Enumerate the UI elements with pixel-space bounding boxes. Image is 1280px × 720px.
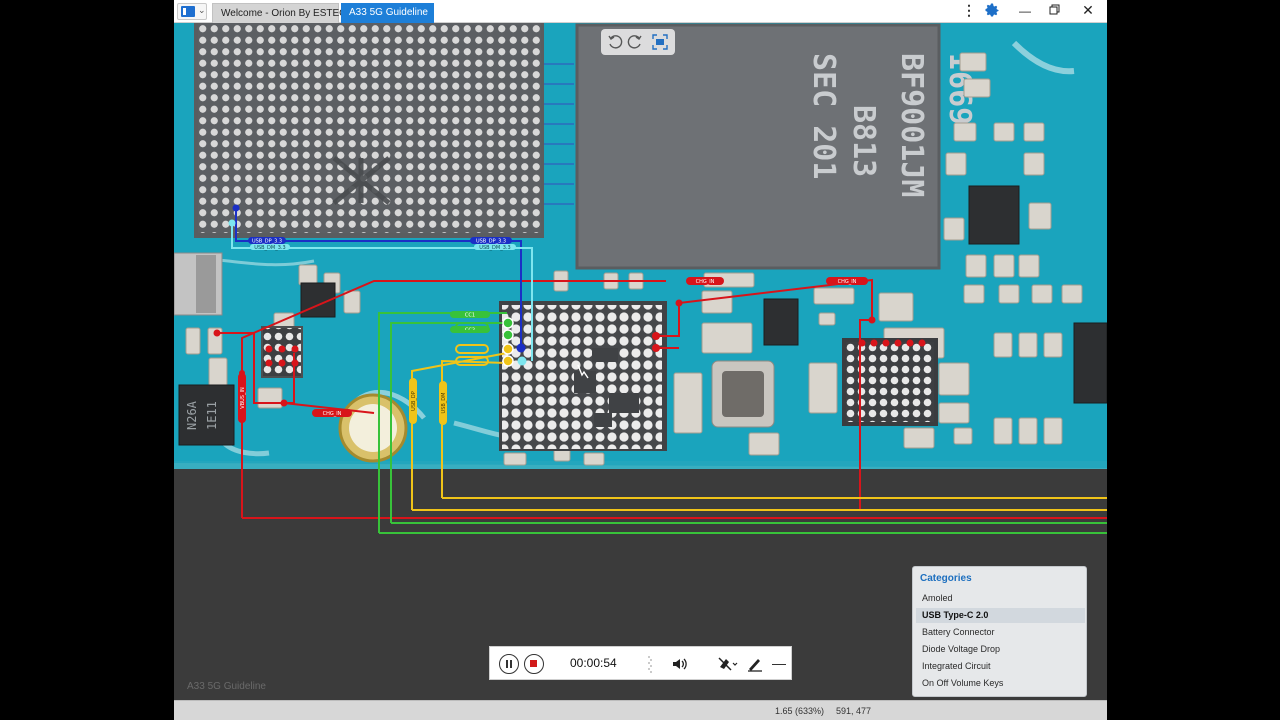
gear-icon[interactable]: [982, 2, 1002, 20]
tab-a33-guideline[interactable]: A33 5G Guideline: [341, 3, 434, 23]
category-item-usb-type-c[interactable]: USB Type-C 2.0: [916, 608, 1085, 623]
drag-grip-icon[interactable]: [648, 655, 652, 673]
app-window: ⌄ Welcome - Orion By ESTECH A33 5G Guide…: [174, 0, 1107, 720]
status-bar: 1.65 (633%) 591, 477: [174, 700, 1107, 720]
memory-chip-sec[interactable]: [577, 25, 939, 268]
ic-marking: N26A: [185, 400, 199, 430]
app-logo-icon: [181, 6, 195, 17]
close-button[interactable]: ✕: [1081, 2, 1095, 20]
tab-welcome[interactable]: Welcome - Orion By ESTECH: [212, 3, 354, 23]
pen-annotate-icon[interactable]: [746, 655, 764, 673]
svg-text:USB_DP: USB_DP: [411, 391, 417, 411]
svg-text:USB_DM_3.3: USB_DM_3.3: [254, 245, 285, 251]
categories-title: Categories: [920, 573, 972, 584]
net-label-usb-dp-yellow[interactable]: USB_DP: [409, 378, 417, 424]
restore-button[interactable]: [1048, 2, 1062, 20]
net-label-vbus[interactable]: VBUS_IN: [238, 373, 246, 423]
svg-text:USB_DP_3.3: USB_DP_3.3: [476, 239, 506, 245]
screen-recorder-bar: 00:00:54 —: [489, 646, 792, 680]
minimize-button[interactable]: —: [1018, 2, 1032, 20]
category-item-amoled[interactable]: Amoled: [916, 591, 1085, 606]
rotate-left-icon[interactable]: [606, 33, 624, 51]
net-label-usb-dm[interactable]: USB_DM_3.3: [474, 244, 516, 251]
svg-text:USB_DM_3.3: USB_DM_3.3: [479, 245, 510, 251]
chip-marking: SEC 201: [806, 53, 841, 179]
svg-text:USB_DM: USB_DM: [441, 393, 447, 414]
svg-text:USB_DP_3.3: USB_DP_3.3: [252, 239, 282, 245]
chevron-down-icon: ⌄: [198, 5, 206, 15]
category-item-battery-connector[interactable]: Battery Connector: [916, 625, 1085, 640]
categories-panel: Categories Amoled USB Type-C 2.0 Battery…: [912, 566, 1087, 697]
cursor-coordinates: 591, 477: [836, 706, 872, 716]
image-toolbar: [601, 29, 675, 55]
pause-button[interactable]: [499, 654, 519, 674]
svg-text:CHG_IN: CHG_IN: [323, 411, 342, 417]
svg-text:VBUS_IN: VBUS_IN: [240, 387, 246, 409]
app-menu-button[interactable]: ⌄: [177, 3, 207, 20]
ic-small[interactable]: [1073, 322, 1107, 404]
stop-record-button[interactable]: [524, 654, 544, 674]
svg-text:CHG_IN: CHG_IN: [838, 279, 857, 285]
ic-small[interactable]: [763, 298, 799, 346]
volume-icon[interactable]: [670, 655, 688, 673]
net-label-usb-dm-yellow[interactable]: USB_DM: [439, 381, 447, 425]
zoom-level: 1.65 (633%): [775, 706, 825, 716]
category-item-on-off-volume-keys[interactable]: On Off Volume Keys: [916, 676, 1085, 691]
net-label-chg-in[interactable]: CHG_IN: [826, 277, 868, 285]
net-label-usb-dp[interactable]: USB_DP_3.3: [248, 237, 286, 245]
recording-time: 00:00:54: [570, 656, 617, 670]
rotate-right-icon[interactable]: [626, 33, 644, 51]
chip-marking: B813: [846, 105, 881, 177]
board-viewport[interactable]: SEC 201 B813 BF9001JM I669 N26A 1E11 USB…: [174, 23, 1107, 700]
net-label-cc1[interactable]: CC1: [450, 311, 490, 319]
category-item-diode-voltage-drop[interactable]: Diode Voltage Drop: [916, 642, 1085, 657]
category-item-integrated-circuit[interactable]: Integrated Circuit: [916, 659, 1085, 674]
guideline-watermark: A33 5G Guideline: [187, 681, 266, 692]
net-label-usb-dp[interactable]: USB_DP_3.3: [470, 237, 512, 245]
chip-marking: BF9001JM: [894, 53, 929, 198]
net-label-usb-dm[interactable]: USB_DM_3.3: [250, 244, 290, 251]
more-menu-icon[interactable]: ⋮: [962, 2, 976, 20]
fit-screen-icon[interactable]: [651, 33, 669, 51]
ic-marking: 1E11: [205, 401, 219, 430]
title-bar: ⌄ Welcome - Orion By ESTECH A33 5G Guide…: [174, 0, 1107, 23]
net-label-chg-in[interactable]: CHG_IN: [686, 277, 724, 285]
camera-off-icon[interactable]: [716, 655, 738, 673]
ic-qfn[interactable]: [968, 185, 1020, 245]
svg-text:CC1: CC1: [465, 313, 475, 319]
net-label-chg-in[interactable]: CHG_IN: [312, 409, 352, 417]
svg-text:CHG_IN: CHG_IN: [696, 279, 715, 285]
minimize-recorder-button[interactable]: —: [772, 654, 786, 672]
